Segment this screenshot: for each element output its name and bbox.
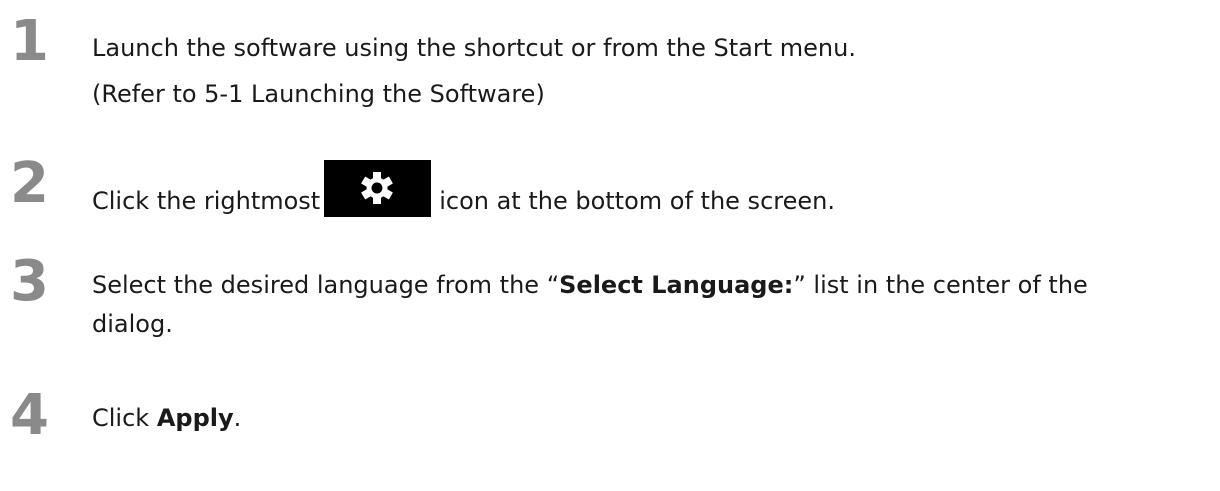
select-language-label: Select Language: bbox=[559, 271, 794, 299]
step-2-text-before-icon: Click the rightmost bbox=[92, 187, 321, 215]
step-3-text-before-bold: Select the desired language from the “ bbox=[92, 271, 560, 299]
step-number-4: 4 bbox=[10, 383, 49, 448]
step-3-line-2: dialog. bbox=[92, 310, 173, 338]
step-4-text-after-bold: . bbox=[233, 404, 242, 432]
step-number-1: 1 bbox=[10, 9, 49, 74]
apply-label: Apply bbox=[156, 404, 234, 432]
step-1-line-1: Launch the software using the shortcut o… bbox=[92, 34, 856, 62]
gear-icon bbox=[324, 160, 432, 217]
step-2-line: Click the rightmost icon at the bottom o… bbox=[92, 160, 835, 221]
step-number-2: 2 bbox=[10, 151, 49, 216]
step-1-line-2: (Refer to 5-1 Launching the Software) bbox=[92, 80, 545, 108]
step-2-text-after-icon: icon at the bottom of the screen. bbox=[439, 187, 835, 215]
step-3-text-after-bold: ” list in the center of the bbox=[793, 271, 1088, 299]
step-number-3: 3 bbox=[10, 249, 49, 314]
step-3-line-1: Select the desired language from the “Se… bbox=[92, 265, 1088, 305]
step-4-text-before-bold: Click bbox=[92, 404, 157, 432]
step-4-line: Click Apply. bbox=[92, 398, 241, 438]
gear-icon-glyph bbox=[361, 172, 394, 204]
